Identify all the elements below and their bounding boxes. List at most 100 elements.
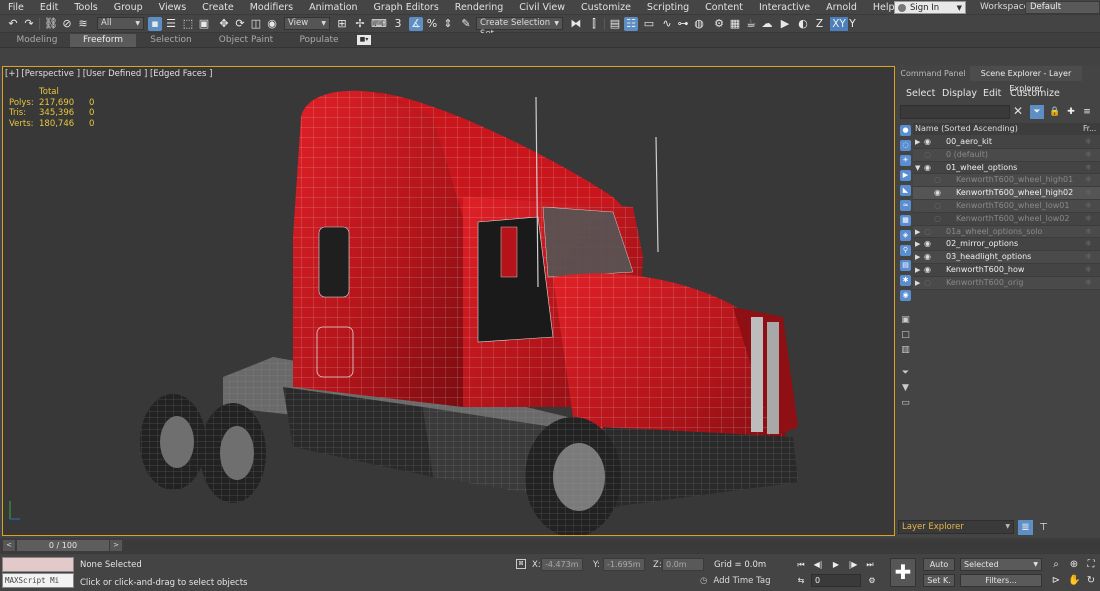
menu-create[interactable]: Create <box>194 0 242 15</box>
freeze-icon[interactable]: ❄ <box>1085 149 1092 162</box>
menu-arnold[interactable]: Arnold <box>818 0 865 15</box>
field-of-view-icon[interactable]: ⊳ <box>1050 575 1062 587</box>
lock-icon[interactable]: 🔒 <box>1048 105 1062 119</box>
menu-customize[interactable]: Customize <box>1010 86 1060 102</box>
layer-row[interactable]: ▶ ◉ KenworthT600_how ❄ <box>913 264 1100 277</box>
expand-icon[interactable]: ▶ <box>915 238 920 251</box>
tab-modeling[interactable]: Modeling <box>6 34 68 47</box>
select-scale-icon[interactable]: ◫ <box>249 17 263 31</box>
toggle-ribbon-icon[interactable]: ▭ <box>642 17 656 31</box>
maxscript-listener-output[interactable] <box>2 557 74 572</box>
search-input[interactable] <box>900 105 1010 119</box>
menu-interactive[interactable]: Interactive <box>751 0 818 15</box>
x-coord-field[interactable]: -4.473m <box>541 558 583 571</box>
freeze-icon[interactable]: ❄ <box>1085 251 1092 264</box>
expand-icon[interactable]: ▶ <box>915 226 920 239</box>
unlink-icon[interactable]: ⊘ <box>60 17 74 31</box>
pan-icon[interactable]: ✋ <box>1068 575 1080 587</box>
layer-row[interactable]: ○ KenworthT600_wheel_low02 ❄ <box>913 213 1100 226</box>
zoom-extents-icon[interactable]: ⛶ <box>1085 559 1097 571</box>
freeze-icon[interactable]: ❄ <box>1085 226 1092 239</box>
select-by-name-icon[interactable]: ☰ <box>164 17 178 31</box>
z-coord-field[interactable]: 0.0m <box>662 558 704 571</box>
visibility-eye-icon[interactable]: ◉ <box>924 136 931 149</box>
menu-tools[interactable]: Tools <box>66 0 105 15</box>
set-key-icon[interactable]: ✚ <box>890 558 916 587</box>
freeze-icon[interactable]: ❄ <box>1085 200 1092 213</box>
tab-scene-explorer[interactable]: Scene Explorer - Layer Explorer <box>970 66 1082 93</box>
angle-snap-icon[interactable]: ∡ <box>409 17 423 31</box>
visibility-eye-icon[interactable]: ◉ <box>924 251 931 264</box>
undo-icon[interactable]: ↶ <box>6 17 20 31</box>
layer-row[interactable]: ▶ ○ 01a_wheel_options_solo ❄ <box>913 225 1100 239</box>
visibility-eye-icon[interactable]: ◉ <box>924 162 931 175</box>
rendered-frame-window-icon[interactable]: ▦ <box>728 17 742 31</box>
edit-named-selection-icon[interactable]: ✎ <box>459 17 473 31</box>
display-spacewarps-icon[interactable]: ≈ <box>900 200 911 211</box>
key-mode-icon[interactable]: ⇆ <box>795 575 807 587</box>
maxscript-mini-listener[interactable]: MAXScript Mi <box>2 573 74 588</box>
display-shapes-icon[interactable]: ◌ <box>900 140 911 151</box>
menu-views[interactable]: Views <box>151 0 195 15</box>
layer-row[interactable]: ○ KenworthT600_wheel_high01 ❄ <box>913 174 1100 188</box>
zoom-all-icon[interactable]: ⊕ <box>1068 559 1080 571</box>
display-containers-icon[interactable]: ▤ <box>900 260 911 271</box>
ribbon-options-icon[interactable]: ■▾ <box>357 35 371 45</box>
auto-key-button[interactable]: Auto <box>923 558 955 571</box>
display-frozen-icon[interactable]: ✱ <box>900 275 911 286</box>
display-bones-icon[interactable]: ⚲ <box>900 245 911 256</box>
freeze-icon[interactable]: ❄ <box>1085 187 1092 200</box>
expand-icon[interactable]: ▶ <box>915 264 920 277</box>
freeze-icon[interactable]: ❄ <box>1085 174 1092 187</box>
layer-row[interactable]: ◉ KenworthT600_wheel_high02 ❄ <box>913 187 1100 200</box>
display-geometry-icon[interactable]: ● <box>900 125 911 136</box>
menu-graph-editors[interactable]: Graph Editors <box>366 0 447 15</box>
track-bar[interactable] <box>124 540 1100 551</box>
visibility-eye-icon[interactable]: ○ <box>934 200 941 213</box>
tab-selection[interactable]: Selection <box>138 34 204 47</box>
snaps-toggle-icon[interactable]: 3 <box>391 17 405 31</box>
visibility-eye-icon[interactable]: ◉ <box>924 238 931 251</box>
freeze-icon[interactable]: ❄ <box>1085 264 1092 277</box>
layer-row[interactable]: ○ KenworthT600_wheel_low01 ❄ <box>913 199 1100 213</box>
previous-frame-icon[interactable]: ◀| <box>812 559 824 571</box>
close-icon[interactable]: ✕ <box>1012 104 1024 118</box>
orbit-icon[interactable]: ↻ <box>1085 575 1097 587</box>
window-crossing-icon[interactable]: ▣ <box>197 17 211 31</box>
visibility-eye-icon[interactable]: ○ <box>924 226 931 239</box>
select-move-icon[interactable]: ✥ <box>217 17 231 31</box>
expand-icon[interactable]: ▶ <box>915 251 920 264</box>
freeze-icon[interactable]: ❄ <box>1085 213 1092 226</box>
visibility-eye-icon[interactable]: ○ <box>934 213 941 226</box>
explorer-type-select[interactable]: Layer Explorer ▼ <box>898 520 1014 534</box>
menu-select[interactable]: Select <box>906 86 935 102</box>
menu-edit[interactable]: Edit <box>32 0 66 15</box>
time-slider[interactable]: 0 / 100 <box>17 540 109 551</box>
select-rotate-icon[interactable]: ⟳ <box>233 17 247 31</box>
explorer-options-icon[interactable]: ▭ <box>900 398 911 409</box>
filter-icon[interactable]: ⏷ <box>1030 105 1044 119</box>
time-slider-prev-button[interactable]: < <box>3 540 15 551</box>
visibility-eye-icon[interactable]: ◉ <box>934 187 941 200</box>
perspective-viewport[interactable]: [+] [Perspective ] [User Defined ] [Edge… <box>2 66 895 536</box>
display-helpers-icon[interactable]: ◣ <box>900 185 911 196</box>
visibility-eye-icon[interactable]: ○ <box>934 174 941 187</box>
redo-icon[interactable]: ↷ <box>22 17 36 31</box>
visibility-eye-icon[interactable]: ◉ <box>924 264 931 277</box>
menu-scripting[interactable]: Scripting <box>639 0 697 15</box>
filter-toggle-icon[interactable]: ▼ <box>900 383 911 394</box>
time-config-icon[interactable]: ⚙ <box>866 575 878 587</box>
viewport-label-menu[interactable]: [+] [Perspective ] [User Defined ] [Edge… <box>5 69 212 79</box>
freeze-icon[interactable]: ❄ <box>1085 238 1092 251</box>
link-icon[interactable]: ⛓ <box>44 17 58 31</box>
y-coord-field[interactable]: -1.695m <box>603 558 645 571</box>
freeze-icon[interactable]: ❄ <box>1085 162 1092 175</box>
menu-rendering[interactable]: Rendering <box>447 0 512 15</box>
menu-edit[interactable]: Edit <box>983 86 1001 102</box>
selection-filter-dropdown[interactable]: All ▼ <box>97 17 144 30</box>
sign-in-dropdown[interactable]: Sign In ▼ <box>894 1 966 14</box>
tab-freeform[interactable]: Freeform <box>70 34 136 47</box>
filter-selected-icon[interactable]: ⏷ <box>900 368 911 379</box>
material-editor-icon[interactable]: ◍ <box>692 17 706 31</box>
expand-icon[interactable]: ▶ <box>915 136 920 149</box>
